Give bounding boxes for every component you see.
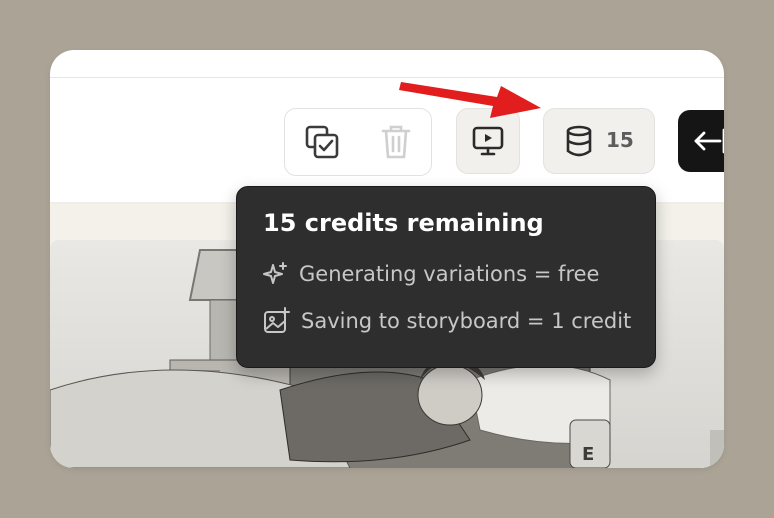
tooltip-title: 15 credits remaining — [263, 209, 544, 237]
annotation-arrow-icon — [399, 82, 541, 118]
credits-count: 15 — [606, 128, 634, 152]
tooltip-row-label: Saving to storyboard = 1 credit — [301, 308, 632, 333]
tooltip-row-saving: Saving to storyboard = 1 credit — [263, 307, 631, 335]
svg-text:E: E — [582, 444, 594, 465]
copy-check-icon — [305, 125, 339, 159]
image-add-icon — [264, 307, 290, 333]
delete-button[interactable] — [379, 123, 413, 165]
credits-button[interactable]: 15 — [543, 108, 655, 174]
tooltip-row-label: Generating variations = free — [299, 261, 600, 286]
collapse-panel-button[interactable] — [678, 110, 724, 172]
trash-icon — [381, 125, 411, 159]
database-icon — [566, 125, 592, 157]
tooltip-row-variations: Generating variations = free — [263, 261, 599, 287]
sparkle-icon — [263, 262, 287, 284]
credits-tooltip: 15 credits remaining Generating variatio… — [236, 186, 656, 368]
copy-check-button[interactable] — [303, 123, 341, 165]
monitor-play-icon — [472, 126, 504, 156]
arrow-left-bar-icon — [694, 128, 724, 154]
